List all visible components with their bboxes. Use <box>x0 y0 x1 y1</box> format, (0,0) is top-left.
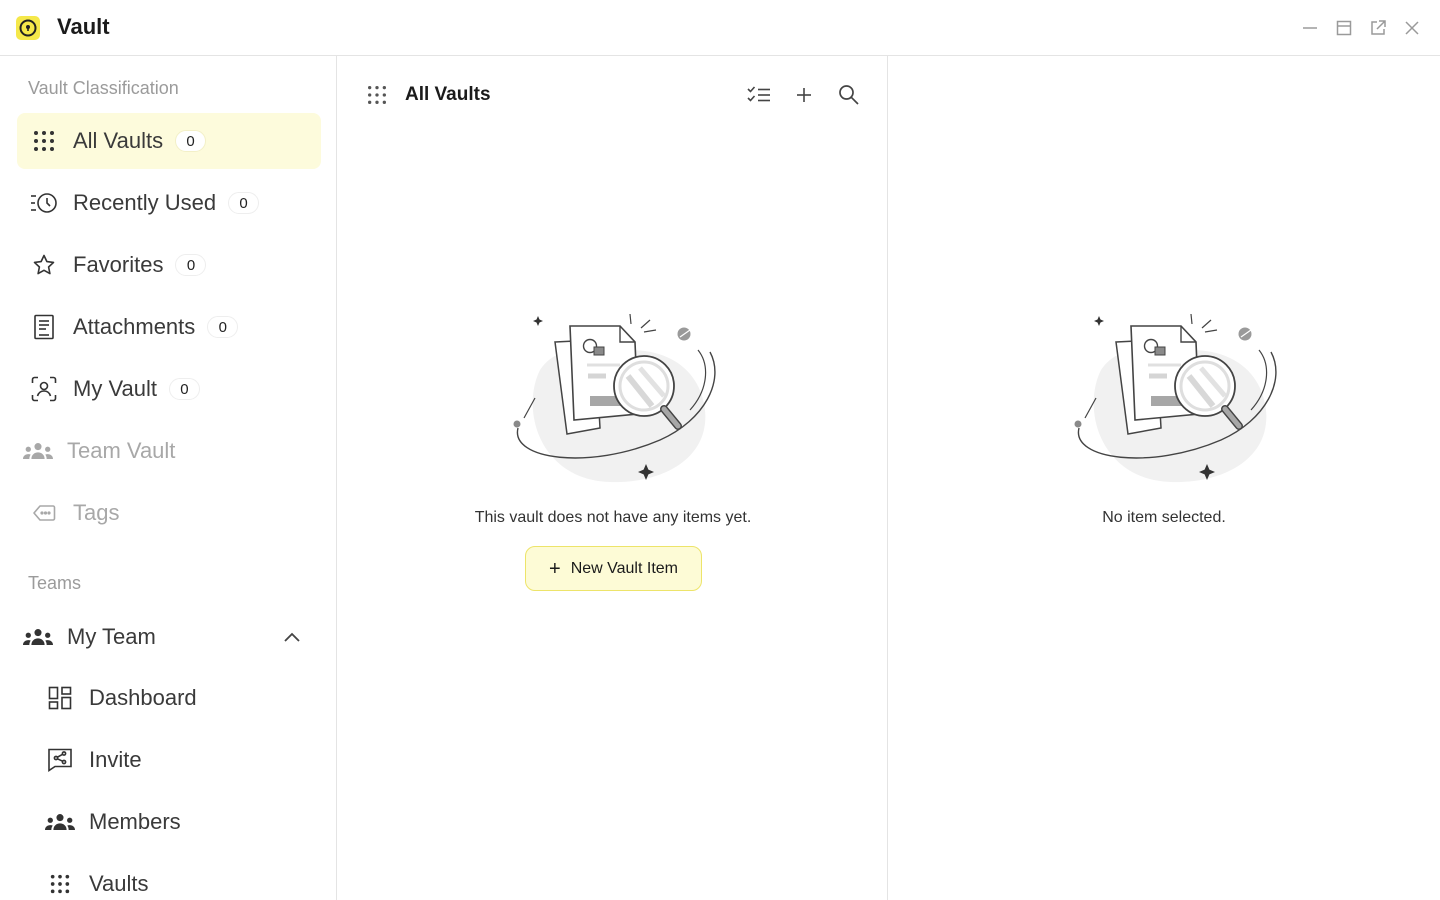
members-icon <box>45 807 75 837</box>
vault-list-panel: All Vaults This vault does not have any … <box>338 56 888 900</box>
count-badge: 0 <box>168 378 200 400</box>
close-button[interactable] <box>1402 18 1422 38</box>
app-logo-icon <box>16 16 40 40</box>
sidebar-item-label: Tags <box>73 500 120 525</box>
close-icon <box>1405 21 1419 35</box>
sidebar: Vault Classification All Vaults 0 Recent… <box>0 56 337 900</box>
count-badge: 0 <box>175 130 207 152</box>
sidebar-item-label: All Vaults <box>73 128 164 153</box>
add-button[interactable] <box>791 82 817 108</box>
maximize-button[interactable] <box>1334 18 1354 38</box>
empty-vault-illustration <box>513 313 716 483</box>
no-selection-message: No item selected. <box>1102 509 1226 526</box>
sidebar-item-label: Recently Used <box>73 190 217 215</box>
no-selection-illustration <box>1074 313 1277 483</box>
external-link-icon <box>1371 20 1386 35</box>
search-icon <box>839 85 859 105</box>
count-badge: 0 <box>207 316 239 338</box>
chevron-up-icon[interactable] <box>280 625 304 649</box>
dashboard-icon <box>45 683 75 713</box>
sidebar-item-label: Team Vault <box>67 438 176 463</box>
sidebar-item-tags: Tags <box>17 485 321 541</box>
section-title-teams: Teams <box>28 573 82 593</box>
list-title: All Vaults <box>405 84 491 105</box>
document-icon <box>29 312 59 342</box>
sidebar-item-all-vaults[interactable]: All Vaults 0 <box>17 113 321 169</box>
plus-icon: + <box>549 557 561 580</box>
sidebar-item-label: Favorites <box>73 252 164 277</box>
search-button[interactable] <box>836 82 862 108</box>
sidebar-item-label: Attachments <box>73 314 196 339</box>
minimize-icon <box>1303 27 1317 29</box>
list-header: All Vaults <box>338 56 888 136</box>
sidebar-item-label: My Team <box>67 624 156 649</box>
sidebar-item-members[interactable]: Members <box>33 794 321 850</box>
new-vault-item-button[interactable]: + New Vault Item <box>525 546 702 591</box>
app-title: Vault <box>57 14 110 39</box>
grid-dots-icon <box>45 869 75 899</box>
grid-dots-icon <box>368 86 386 104</box>
sidebar-item-recently-used[interactable]: Recently Used 0 <box>17 175 321 231</box>
sidebar-item-invite[interactable]: Invite <box>33 732 321 788</box>
sidebar-item-vaults[interactable]: Vaults <box>33 856 321 900</box>
sidebar-item-label: Members <box>89 809 181 834</box>
star-icon <box>29 250 59 280</box>
sidebar-item-label: My Vault <box>73 376 157 401</box>
recent-clock-icon <box>29 188 59 218</box>
sidebar-item-favorites[interactable]: Favorites 0 <box>17 237 321 293</box>
count-badge: 0 <box>228 192 260 214</box>
section-title-classification: Vault Classification <box>28 78 179 98</box>
maximize-icon <box>1336 20 1352 36</box>
new-vault-item-label: New Vault Item <box>570 559 678 577</box>
popout-button[interactable] <box>1368 18 1388 38</box>
sidebar-item-team-vault: Team Vault <box>11 423 315 479</box>
team-icon <box>23 622 53 652</box>
sidebar-item-label: Vaults <box>89 871 149 896</box>
team-icon <box>23 436 53 466</box>
count-badge: 0 <box>175 254 207 276</box>
person-scan-icon <box>29 374 59 404</box>
title-bar: Vault <box>0 0 1440 56</box>
multi-select-button[interactable] <box>746 82 772 108</box>
checklist-icon <box>747 86 770 102</box>
sidebar-item-label: Dashboard <box>89 685 197 710</box>
sidebar-item-attachments[interactable]: Attachments 0 <box>17 299 321 355</box>
plus-icon <box>797 88 811 102</box>
sidebar-item-my-team[interactable]: My Team <box>11 609 321 665</box>
sidebar-item-my-vault[interactable]: My Vault 0 <box>17 361 321 417</box>
share-icon <box>45 745 75 775</box>
minimize-button[interactable] <box>1300 18 1320 38</box>
grid-dots-icon <box>29 126 59 156</box>
empty-list-message: This vault does not have any items yet. <box>474 509 752 526</box>
sidebar-item-label: Invite <box>89 747 142 772</box>
sidebar-item-dashboard[interactable]: Dashboard <box>33 670 321 726</box>
item-detail-panel: No item selected. <box>889 56 1440 900</box>
tag-icon <box>29 498 59 528</box>
